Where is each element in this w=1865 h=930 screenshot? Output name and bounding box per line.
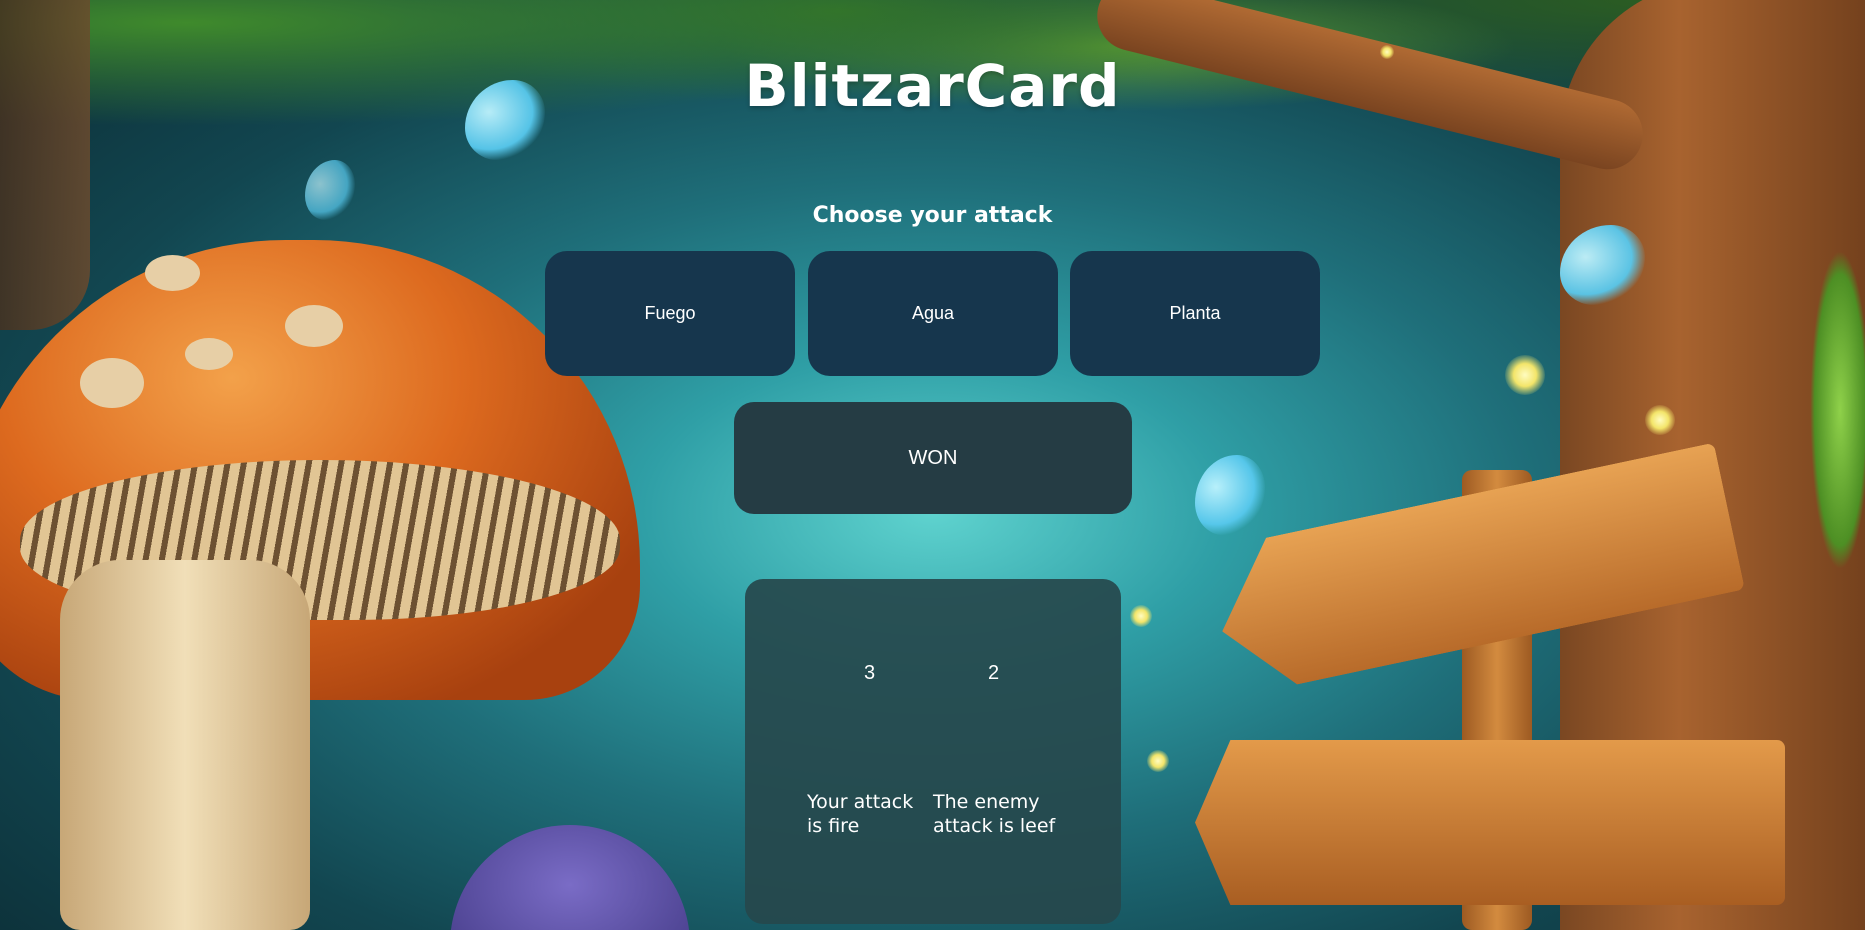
attack-button-planta[interactable]: Planta bbox=[1070, 251, 1320, 376]
mushroom-spot bbox=[80, 358, 144, 408]
enemy-attack-message: The enemy attack is leef bbox=[933, 791, 1056, 837]
purple-mushroom bbox=[450, 825, 690, 930]
mushroom-spot bbox=[145, 255, 200, 291]
enemy-score: 2 bbox=[988, 662, 1000, 684]
player-attack-message: Your attack is fire bbox=[807, 791, 914, 837]
battle-log-panel bbox=[745, 579, 1121, 924]
firefly-glow bbox=[1147, 750, 1169, 772]
player-score: 3 bbox=[864, 662, 876, 684]
mushroom-spot bbox=[285, 305, 343, 347]
attack-button-agua[interactable]: Agua bbox=[808, 251, 1058, 376]
game-title: BlitzarCard bbox=[744, 52, 1121, 120]
attack-button-fuego[interactable]: Fuego bbox=[545, 251, 795, 376]
result-status: WON bbox=[734, 402, 1132, 514]
game-screen: BlitzarCard Choose your attack Fuego Agu… bbox=[0, 0, 1865, 930]
sign-board-bottom bbox=[1195, 740, 1785, 905]
butterfly-icon bbox=[1195, 455, 1265, 535]
tree-trunk-left bbox=[0, 0, 90, 330]
firefly-glow bbox=[1505, 355, 1545, 395]
mushroom-spot bbox=[185, 338, 233, 370]
firefly-glow bbox=[1130, 605, 1152, 627]
firefly-glow bbox=[1645, 405, 1675, 435]
choose-attack-heading: Choose your attack bbox=[812, 203, 1053, 228]
mushroom-stem bbox=[60, 560, 310, 930]
vine bbox=[1810, 250, 1865, 570]
